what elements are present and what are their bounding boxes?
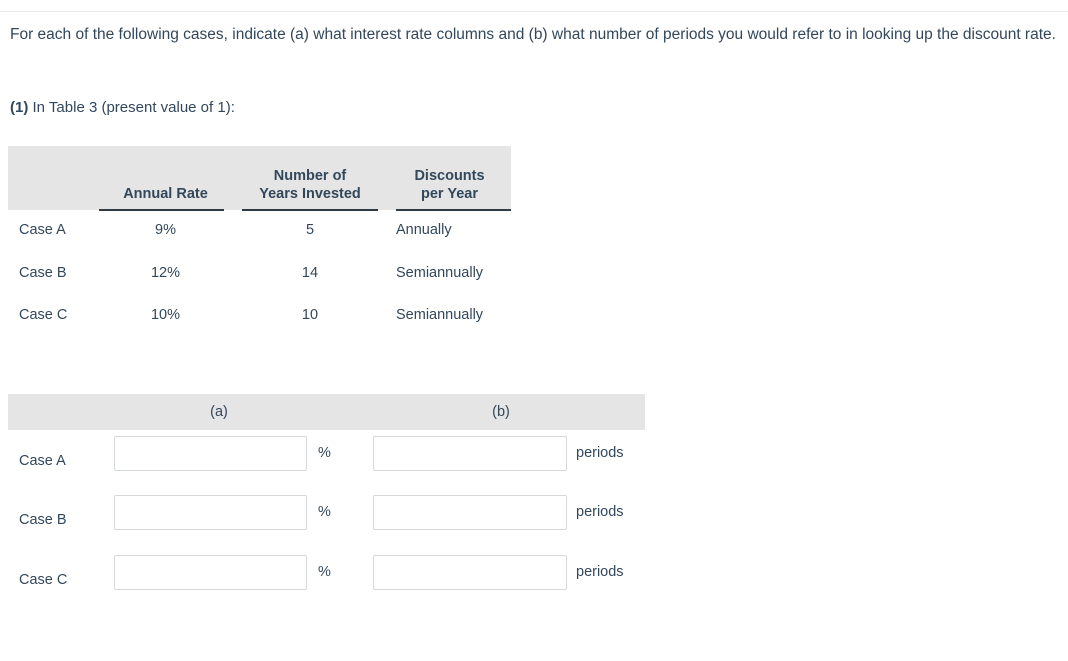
cell-annual-rate: 10% [150,307,181,323]
answer-row: Case A % periods [8,430,645,489]
answer-row: Case B % periods [8,489,645,548]
header-annual-rate: Annual Rate [123,186,208,202]
question-number: (1) [10,99,29,116]
row-label: Case B [19,512,67,528]
answer-table-header-row: (a) (b) [8,394,645,430]
cell-years-invested: 5 [305,222,315,238]
row-label: Case C [19,572,68,588]
header-column-b: (b) [492,404,510,420]
cell-annual-rate: 9% [155,222,176,238]
header-years-invested-line1: Number of [273,168,347,184]
question-prompt: For each of the following cases, indicat… [10,26,1056,43]
rate-input-case-b[interactable] [114,495,307,530]
page-top-divider [0,11,1068,12]
cell-discounts-per-year: Annually [396,222,452,238]
unit-percent: % [318,504,331,520]
row-label: Case B [19,265,67,281]
answer-table-body: Case A % periods Case B % periods Case C… [8,430,645,650]
header-discounts-line1: Discounts [414,168,485,184]
given-data-table: Annual Rate Number of Years Invested Dis… [8,146,511,323]
answer-table: (a) (b) Case A % periods Case B % period… [8,394,645,650]
unit-periods: periods [576,504,624,520]
answer-row: Case C % periods [8,549,645,608]
table-row: Case A 9% 5 Annually [8,210,511,253]
cell-discounts-per-year: Semiannually [396,265,484,281]
given-table-header-row: Annual Rate Number of Years Invested Dis… [8,146,511,211]
rate-input-case-c[interactable] [114,555,307,590]
row-label: Case A [19,222,66,238]
header-discounts-line2: per Year [421,186,478,202]
unit-periods: periods [576,564,624,580]
unit-periods: periods [576,445,624,461]
periods-input-case-c[interactable] [373,555,567,590]
given-table-body: Case A 9% 5 Annually Case B 12% 14 Semia… [8,210,511,323]
unit-percent: % [318,564,331,580]
header-years-invested-line2: Years Invested [259,186,361,202]
table-row: Case B 12% 14 Semiannually [8,253,511,296]
table-row: Case C 10% 10 Semiannually [8,295,511,338]
header-column-a: (a) [210,404,228,420]
unit-percent: % [318,445,331,461]
cell-years-invested: 14 [301,265,319,281]
question-text: In Table 3 (present value of 1): [32,99,235,116]
cell-discounts-per-year: Semiannually [396,307,484,323]
row-label: Case C [19,307,68,323]
header-discounts-per-year: Discounts per Year [388,167,511,203]
row-label: Case A [19,453,66,469]
cell-annual-rate: 12% [150,265,181,281]
cell-years-invested: 10 [301,307,319,323]
header-years-invested: Number of Years Invested [242,167,378,203]
question-heading: (1) In Table 3 (present value of 1): [10,97,235,119]
rate-input-case-a[interactable] [114,436,307,471]
periods-input-case-b[interactable] [373,495,567,530]
periods-input-case-a[interactable] [373,436,567,471]
